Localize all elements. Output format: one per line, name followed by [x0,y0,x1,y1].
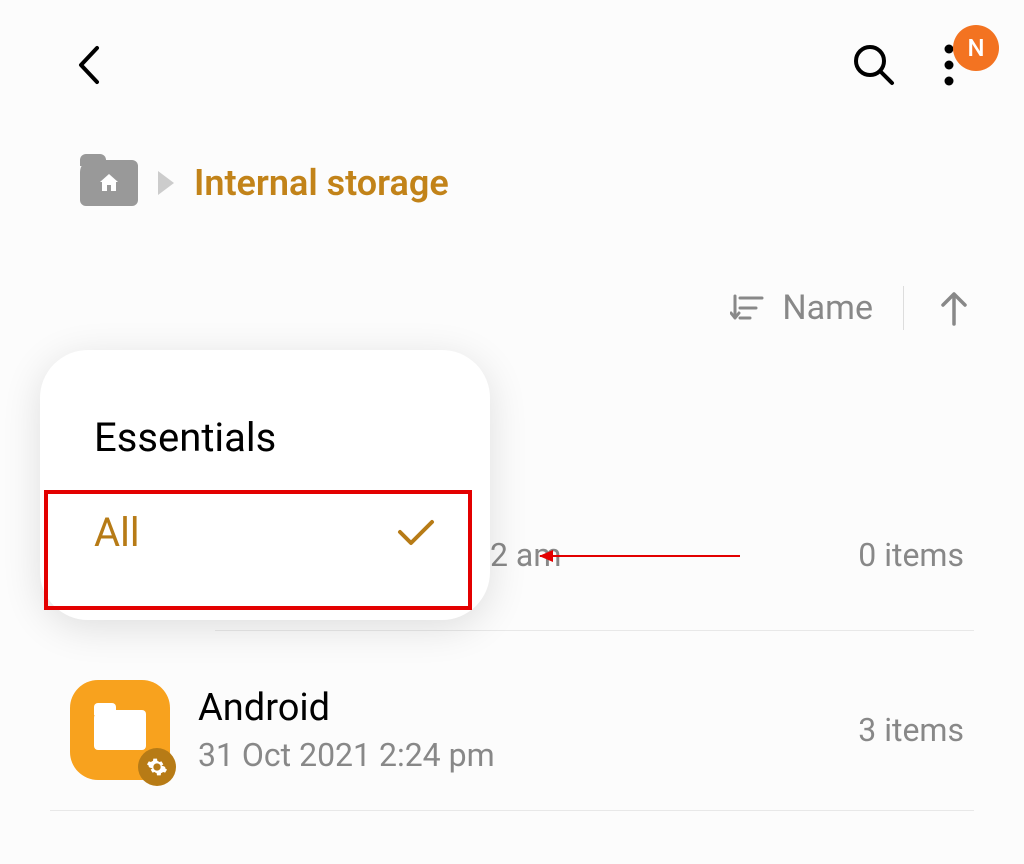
sort-button[interactable]: Name [730,288,873,328]
search-button[interactable] [849,40,899,90]
arrow-up-icon [938,288,970,328]
folder-icon [70,680,170,780]
sort-divider [903,286,904,330]
breadcrumb-current[interactable]: Internal storage [194,162,449,204]
filter-dropdown: Essentials All [40,350,490,620]
avatar[interactable]: N [953,25,999,71]
avatar-initial: N [967,34,984,62]
row-divider [215,630,974,631]
breadcrumb: Internal storage [0,110,1024,246]
file-item-count: 3 items [858,711,974,749]
check-icon [396,513,436,553]
file-item-count: 0 items [858,536,974,574]
back-icon [75,44,105,86]
sort-icon [730,292,764,324]
sort-direction-button[interactable] [934,288,974,328]
home-icon [97,171,121,195]
file-name: Android [198,686,858,730]
annotation-arrow [540,555,740,557]
gear-icon [138,748,176,786]
breadcrumb-separator-icon [158,171,174,195]
filter-option-label: All [94,509,140,556]
back-button[interactable] [70,45,110,85]
list-item[interactable]: Android 31 Oct 2021 2:24 pm 3 items [50,650,974,811]
sort-label: Name [782,288,873,328]
filter-option-label: Essentials [94,414,276,461]
home-button[interactable] [80,160,138,206]
search-icon [852,43,896,87]
filter-option-essentials[interactable]: Essentials [40,390,490,485]
filter-option-all[interactable]: All [40,485,490,580]
file-date: 31 Oct 2021 2:24 pm [198,736,858,774]
more-button[interactable]: N [929,45,969,85]
